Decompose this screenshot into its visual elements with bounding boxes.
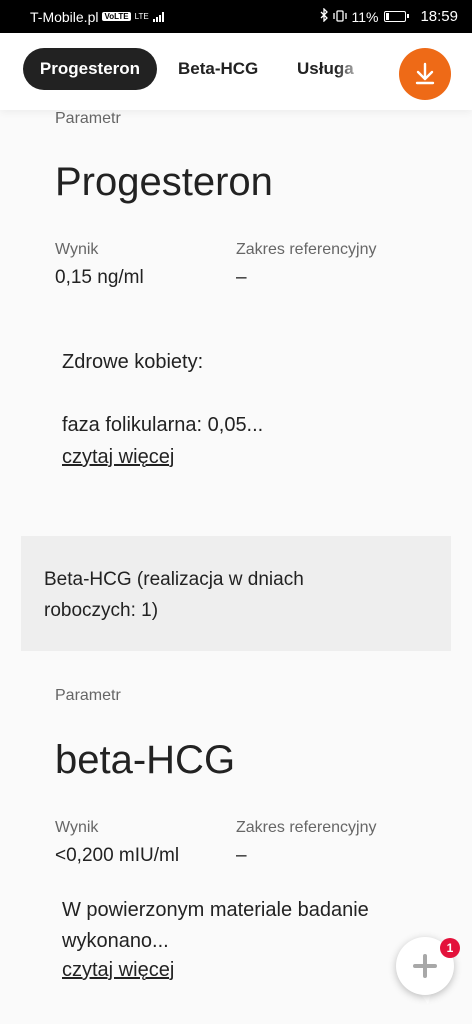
result-note-continued: wykonano... xyxy=(62,930,169,952)
reference-range-value: – xyxy=(236,267,247,288)
result-value: 0,15 ng/ml xyxy=(55,267,144,288)
battery-percent: 11% xyxy=(351,8,379,25)
service-info-box: Beta-HCG (realizacja w dniach roboczych:… xyxy=(21,536,451,651)
tab-beta-hcg[interactable]: Beta-HCG xyxy=(178,48,258,90)
parameter-name: beta-HCG xyxy=(55,738,236,782)
read-more-link[interactable]: czytaj więcej xyxy=(62,959,174,982)
results-content: Parametr Progesteron Wynik Zakres refere… xyxy=(0,0,472,1024)
carrier-name: T-Mobile.pl xyxy=(30,8,99,25)
reference-range-value: – xyxy=(236,845,247,866)
read-more-link[interactable]: czytaj więcej xyxy=(62,446,174,469)
reference-range-label: Zakres referencyjny xyxy=(236,819,377,836)
lte-icon: LTE xyxy=(134,12,149,21)
signal-icon xyxy=(152,11,164,22)
result-note: Zdrowe kobiety: xyxy=(62,351,204,373)
parameter-name: Progesteron xyxy=(55,160,273,204)
battery-icon xyxy=(384,11,410,22)
reference-range-label: Zakres referencyjny xyxy=(236,241,377,258)
parameter-label: Parametr xyxy=(55,110,121,127)
volte-icon: VoLTE xyxy=(102,12,131,21)
bluetooth-icon xyxy=(320,7,329,25)
tab-progesteron[interactable]: Progesteron xyxy=(23,48,157,90)
notification-badge: 1 xyxy=(440,938,460,958)
result-label: Wynik xyxy=(55,819,99,836)
parameter-label: Parametr xyxy=(55,687,121,704)
result-note: W powierzonym materiale badanie xyxy=(62,899,369,921)
service-info-text: Beta-HCG (realizacja w dniach roboczych:… xyxy=(44,569,304,621)
status-bar: T-Mobile.pl VoLTE LTE 11% 18:59 xyxy=(0,0,472,33)
download-arrow-icon xyxy=(415,62,435,85)
clock: 18:59 xyxy=(420,8,458,25)
result-value: <0,200 mIU/ml xyxy=(55,845,180,866)
result-label: Wynik xyxy=(55,241,99,258)
plus-icon xyxy=(413,954,437,978)
download-button[interactable] xyxy=(399,48,451,100)
result-note-continued: faza folikularna: 0,05... xyxy=(62,414,264,436)
vibrate-icon xyxy=(333,9,348,25)
tab-usluga[interactable]: Usługa xyxy=(297,48,367,90)
